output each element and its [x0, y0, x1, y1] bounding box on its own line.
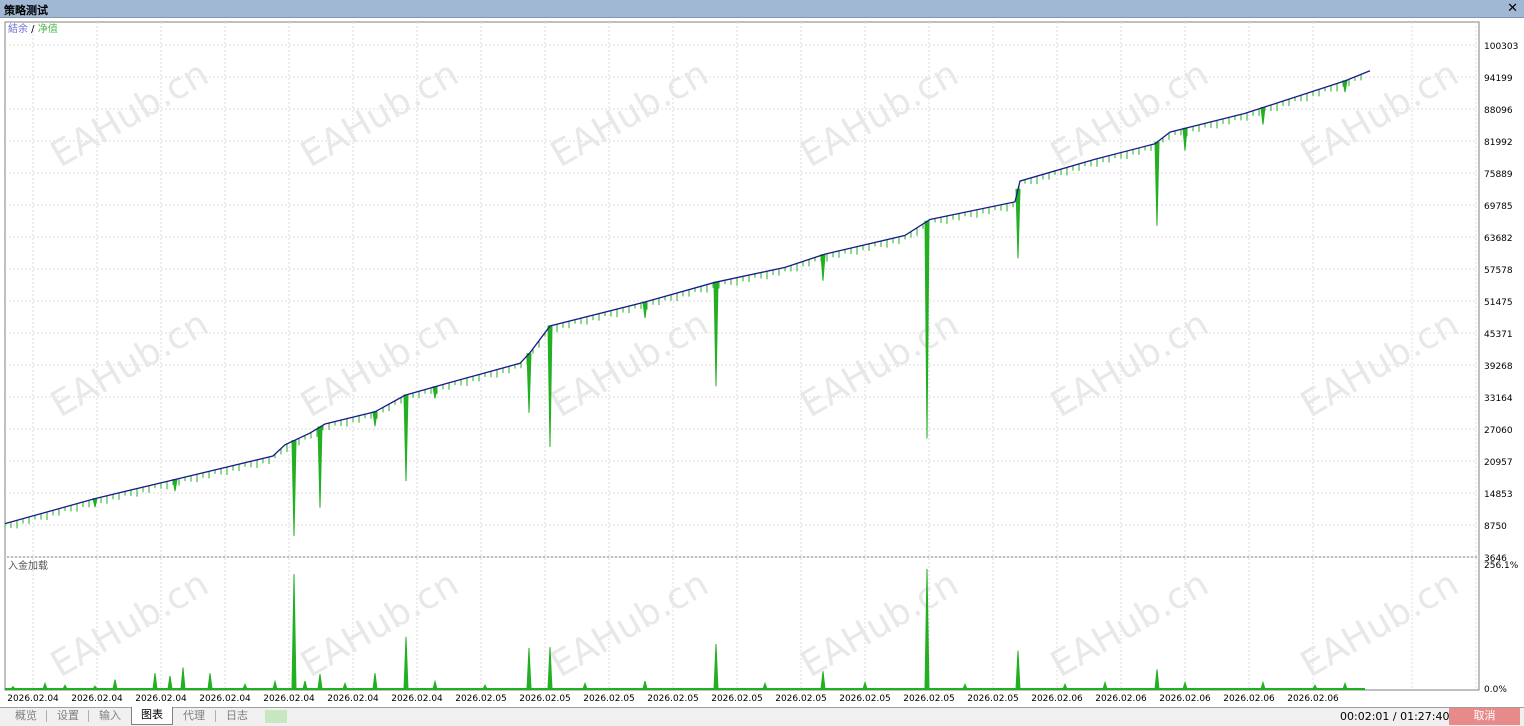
- chart-area: 100303 94199 88096 81992 75889 69785 63682 5757…: [0, 18, 1524, 707]
- plot-frame: [4, 21, 1480, 691]
- y-tick-label: 63682: [1484, 234, 1513, 244]
- legend-separator: /: [28, 24, 38, 35]
- subpanel-y-tick: 256.1%: [1484, 561, 1519, 571]
- x-tick-label: 2026.02.04: [71, 694, 123, 704]
- x-tick-label: 2026.02.05: [519, 694, 571, 704]
- y-tick-label: 20957: [1484, 458, 1513, 468]
- y-tick-label: 45371: [1484, 330, 1513, 340]
- subpanel-y-tick: 0.0%: [1484, 685, 1507, 695]
- tab-settings[interactable]: 设置: [48, 708, 88, 724]
- tab-separator: [88, 710, 89, 722]
- tab-bar: 概览 设置 输入 图表 代理 日志 00:02:01 / 01:27:40 取消: [0, 707, 1524, 726]
- window-title: 策略测试: [4, 4, 48, 17]
- tab-separator: [46, 710, 47, 722]
- x-tick-label: 2026.02.06: [1159, 694, 1211, 704]
- y-tick-label: 51475: [1484, 298, 1513, 308]
- x-tick-label: 2026.02.06: [1095, 694, 1147, 704]
- x-tick-label: 2026.02.04: [135, 694, 187, 704]
- y-tick-label: 69785: [1484, 202, 1513, 212]
- x-tick-label: 2026.02.05: [903, 694, 955, 704]
- x-tick-label: 2026.02.06: [1223, 694, 1275, 704]
- y-tick-label: 100303: [1484, 42, 1518, 52]
- chart-legend: 結余 / 净值: [8, 22, 58, 35]
- x-tick-label: 2026.02.05: [775, 694, 827, 704]
- x-tick-label: 2026.02.04: [263, 694, 315, 704]
- y-tick-label: 88096: [1484, 106, 1513, 116]
- y-tick-label: 57578: [1484, 266, 1513, 276]
- x-tick-label: 2026.02.04: [327, 694, 379, 704]
- legend-equity: 净值: [38, 22, 58, 35]
- x-tick-label: 2026.02.05: [967, 694, 1019, 704]
- tab-agents[interactable]: 代理: [174, 708, 214, 724]
- legend-balance: 結余: [8, 22, 28, 35]
- y-tick-label: 75889: [1484, 170, 1513, 180]
- x-tick-label: 2026.02.05: [647, 694, 699, 704]
- y-tick-label: 8750: [1484, 522, 1507, 532]
- tab-inputs[interactable]: 输入: [90, 708, 130, 724]
- x-tick-label: 2026.02.06: [1031, 694, 1083, 704]
- y-tick-label: 33164: [1484, 394, 1513, 404]
- close-icon[interactable]: ✕: [1507, 1, 1518, 17]
- progress-bar: [265, 710, 287, 723]
- cancel-button[interactable]: 取消: [1449, 708, 1520, 725]
- x-tick-label: 2026.02.05: [839, 694, 891, 704]
- y-tick-label: 14853: [1484, 490, 1513, 500]
- chart-svg: 100303 94199 88096 81992 75889 69785 63682 5757…: [4, 21, 1519, 704]
- y-tick-label: 94199: [1484, 74, 1513, 84]
- x-tick-label: 2026.02.04: [391, 694, 443, 704]
- title-bar: 策略测试 ✕: [0, 0, 1524, 18]
- x-tick-label: 2026.02.05: [711, 694, 763, 704]
- tab-journal[interactable]: 日志: [217, 708, 257, 724]
- x-tick-label: 2026.02.06: [1287, 694, 1339, 704]
- tab-overview[interactable]: 概览: [6, 708, 46, 724]
- subpanel-label: 入金加载: [8, 559, 48, 572]
- x-tick-label: 2026.02.04: [199, 694, 251, 704]
- y-tick-label: 81992: [1484, 138, 1513, 148]
- tab-chart[interactable]: 图表: [131, 707, 173, 725]
- x-tick-label: 2026.02.05: [455, 694, 507, 704]
- x-tick-label: 2026.02.04: [7, 694, 59, 704]
- x-tick-label: 2026.02.05: [583, 694, 635, 704]
- elapsed-timer: 00:02:01 / 01:27:40: [1340, 710, 1450, 723]
- y-tick-label: 39268: [1484, 362, 1513, 372]
- y-tick-label: 27060: [1484, 426, 1513, 436]
- tab-separator: [215, 710, 216, 722]
